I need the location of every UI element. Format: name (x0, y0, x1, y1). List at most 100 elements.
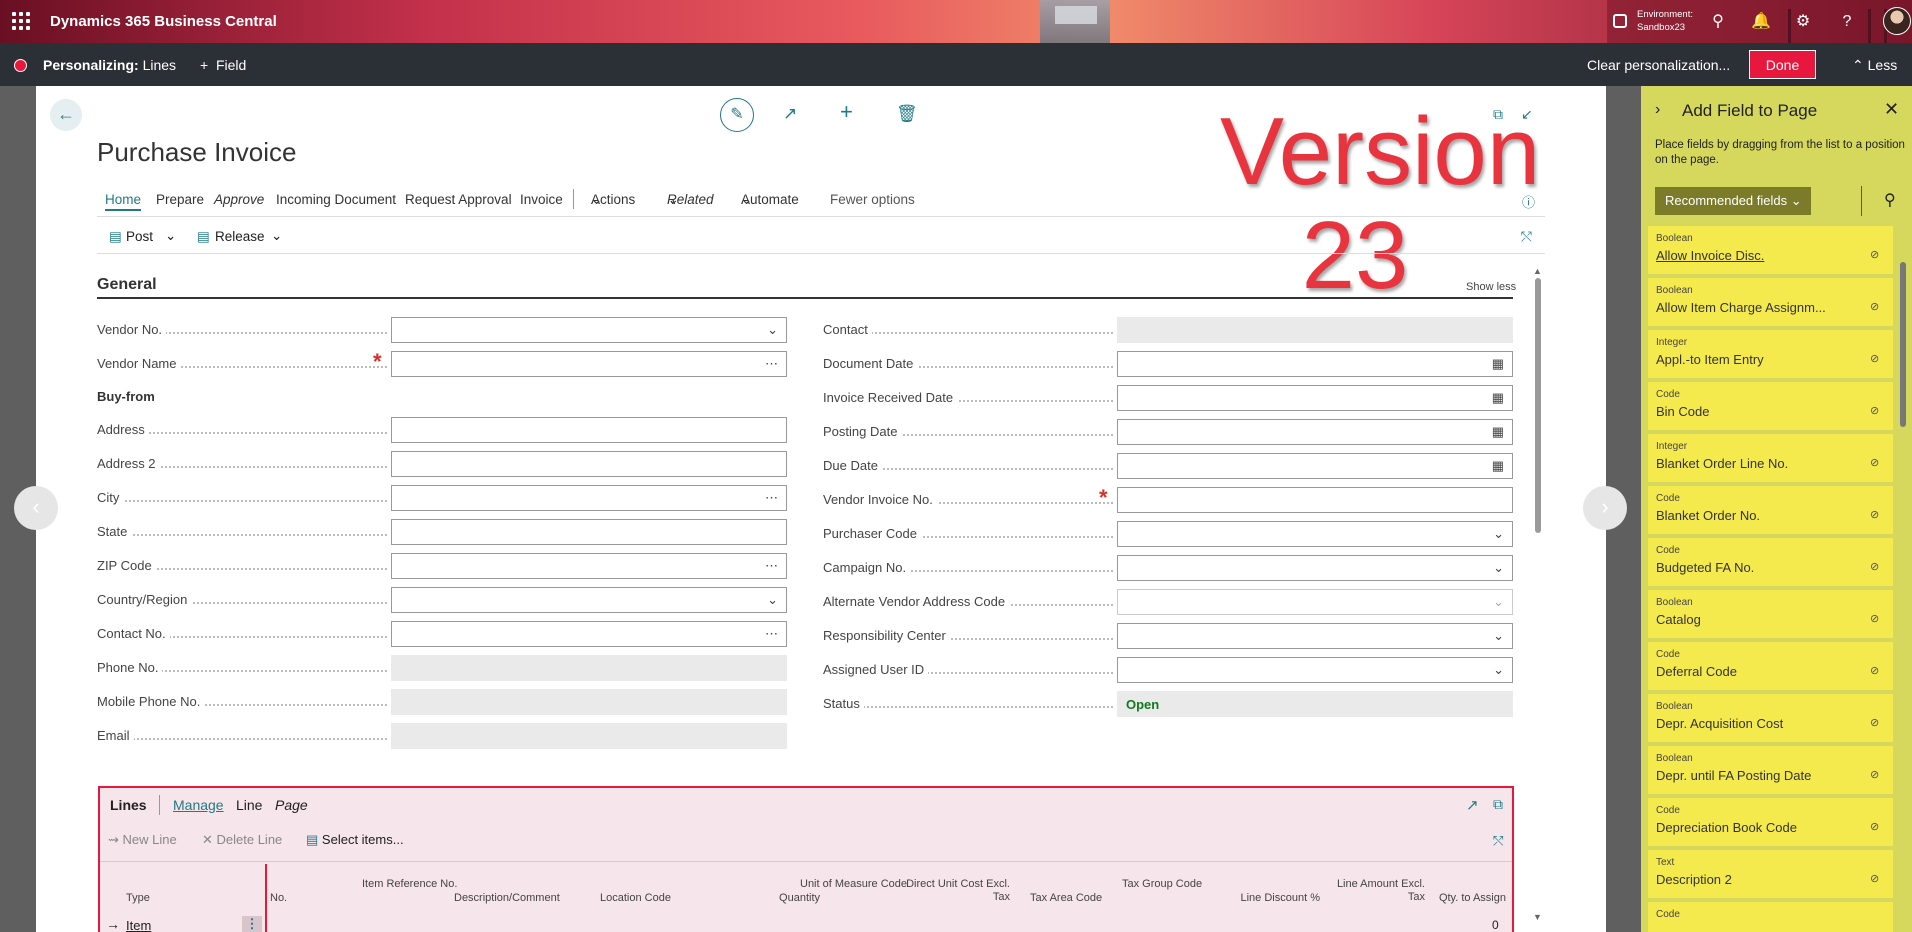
tab-home[interactable]: Home (105, 192, 142, 211)
address-input[interactable] (391, 417, 787, 443)
avatar[interactable] (1883, 7, 1911, 35)
lines-share-icon[interactable]: ↗ (1466, 796, 1479, 814)
vendor-name-input[interactable]: ⋯ (391, 351, 787, 377)
assigned-user-id-input[interactable]: ⌄ (1117, 657, 1513, 683)
tab-related[interactable]: Related ⌄ (667, 192, 714, 208)
contact-no-input[interactable]: ⋯ (391, 621, 787, 647)
page-scrollbar[interactable] (1535, 278, 1541, 533)
show-less-link[interactable]: Show less (1466, 281, 1516, 293)
lines-title[interactable]: Lines (110, 797, 147, 813)
share-icon[interactable]: ↗ (783, 104, 797, 124)
post-button[interactable]: Post (126, 229, 153, 244)
country-region-input[interactable]: ⌄ (391, 587, 787, 613)
tab-invoice[interactable]: Invoice (520, 192, 563, 207)
lines-tab-line[interactable]: Line (236, 797, 262, 813)
tab-actions[interactable]: Actions ⌄ (591, 192, 635, 208)
invoice-received-date-input[interactable]: ▦ (1117, 385, 1513, 411)
chevron-down-icon[interactable]: ⌄ (1493, 526, 1504, 542)
field-list-item[interactable]: Code Depreciation Book Code ⊘ (1648, 798, 1893, 848)
column-header[interactable]: Type (126, 892, 150, 905)
delete-icon[interactable]: 🗑 (896, 104, 918, 124)
close-icon[interactable]: ✕ (1884, 99, 1899, 120)
general-section-title[interactable]: General (97, 276, 157, 294)
previous-record-icon[interactable]: ‹ (14, 486, 58, 530)
chevron-down-icon[interactable]: ⌄ (767, 592, 778, 608)
environment-info[interactable]: Environment: Sandbox23 (1637, 8, 1693, 34)
column-header[interactable]: Quantity (760, 892, 820, 905)
city-input[interactable]: ⋯ (391, 485, 787, 511)
field-list-item[interactable]: Code Deferral Code ⊘ (1648, 642, 1893, 692)
column-header[interactable]: Line Amount Excl. Tax (1330, 878, 1425, 904)
column-header[interactable]: Tax Group Code (1122, 878, 1232, 891)
vendor-no-input[interactable]: ⌄ (391, 317, 787, 343)
calendar-icon[interactable]: ▦ (1492, 390, 1504, 406)
field-list-item[interactable]: Text Description 2 ⊘ (1648, 850, 1893, 900)
release-button[interactable]: Release (215, 229, 265, 244)
field-list-item[interactable]: Integer Appl.-to Item Entry ⊘ (1648, 330, 1893, 380)
gear-icon[interactable]: ⚙ (1792, 11, 1814, 33)
field-list-item[interactable]: Code Blanket Order No. ⊘ (1648, 486, 1893, 536)
field-list-item[interactable]: Integer Blanket Order Line No. ⊘ (1648, 434, 1893, 484)
state-input[interactable] (391, 519, 787, 545)
new-line-button[interactable]: ⇝ New Line (108, 832, 177, 848)
tab-incoming-document[interactable]: Incoming Document (276, 192, 396, 207)
posting-date-input[interactable]: ▦ (1117, 419, 1513, 445)
clear-personalization-link[interactable]: Clear personalization... (1587, 57, 1730, 73)
release-dropdown-icon[interactable]: ⌄ (271, 228, 282, 244)
column-header[interactable]: Unit of Measure Code (800, 878, 910, 891)
chevron-down-icon[interactable]: ⌄ (1493, 560, 1504, 576)
tab-fewer-options[interactable]: Fewer options (830, 192, 915, 207)
pin-icon[interactable]: ⤲ (1521, 229, 1532, 245)
zip-code-input[interactable]: ⋯ (391, 553, 787, 579)
responsibility-center-input[interactable]: ⌄ (1117, 623, 1513, 649)
field-list-item[interactable]: Code Bin Code ⊘ (1648, 382, 1893, 432)
tab-prepare[interactable]: Prepare (156, 192, 204, 207)
add-field-button[interactable]: + Field (200, 57, 246, 73)
column-header[interactable]: Direct Unit Cost Excl. Tax (900, 878, 1010, 904)
column-header[interactable]: Line Discount % (1230, 892, 1321, 905)
post-dropdown-icon[interactable]: ⌄ (165, 228, 176, 244)
tab-request-approval[interactable]: Request Approval (405, 192, 512, 207)
panel-scrollbar[interactable] (1900, 262, 1906, 427)
alternate-vendor-address-code-input[interactable]: ⌄ (1117, 589, 1513, 615)
column-header[interactable]: Tax Area Code (1030, 892, 1102, 905)
lookup-icon[interactable]: ⋯ (765, 356, 778, 372)
scroll-up-icon[interactable]: ▲ (1533, 266, 1542, 276)
column-header[interactable]: Qty. to Assign (1426, 892, 1506, 905)
new-icon[interactable]: + (840, 99, 853, 125)
chevron-down-icon[interactable]: ⌄ (767, 322, 778, 338)
lookup-icon[interactable]: ⋯ (765, 490, 778, 506)
column-header[interactable]: No. (270, 892, 287, 905)
field-list-item[interactable]: Boolean Depr. Acquisition Cost ⊘ (1648, 694, 1893, 744)
address-2-input[interactable] (391, 451, 787, 477)
done-button[interactable]: Done (1749, 50, 1816, 79)
field-list-item[interactable]: Boolean Catalog ⊘ (1648, 590, 1893, 640)
edit-icon[interactable]: ✎ (720, 98, 754, 132)
back-button[interactable]: ← (50, 99, 82, 131)
info-icon[interactable]: ⓘ (1522, 192, 1535, 211)
tab-automate[interactable]: Automate ⌄ (741, 192, 799, 208)
field-list-item[interactable]: Boolean Allow Invoice Disc. ⊘ (1648, 226, 1893, 276)
purchaser-code-input[interactable]: ⌄ (1117, 521, 1513, 547)
chevron-down-icon[interactable]: ⌄ (1493, 662, 1504, 678)
app-name[interactable]: Dynamics 365 Business Central (50, 13, 277, 30)
lines-pin-icon[interactable]: ⤲ (1493, 833, 1503, 849)
qty-to-assign-cell[interactable]: 0 (1492, 918, 1499, 932)
column-header[interactable]: Item Reference No. (362, 878, 472, 891)
recommended-fields-dropdown[interactable]: Recommended fields ⌄ (1655, 187, 1811, 215)
field-list-item[interactable]: Boolean Depr. until FA Posting Date ⊘ (1648, 746, 1893, 796)
scroll-down-icon[interactable]: ▼ (1533, 912, 1542, 922)
campaign-no-input[interactable]: ⌄ (1117, 555, 1513, 581)
chevron-down-icon[interactable]: ⌄ (1493, 628, 1504, 644)
line-type-cell[interactable]: Item (126, 918, 151, 932)
field-list-item[interactable]: Boolean Allow Item Charge Assignm... ⊘ (1648, 278, 1893, 328)
document-date-input[interactable]: ▦ (1117, 351, 1513, 377)
row-menu-icon[interactable]: ⋮ (242, 916, 262, 932)
vendor-invoice-no-input[interactable] (1117, 487, 1513, 513)
calendar-icon[interactable]: ▦ (1492, 458, 1504, 474)
lookup-icon[interactable]: ⋯ (765, 626, 778, 642)
delete-line-button[interactable]: ✕ Delete Line (202, 832, 282, 848)
chevron-right-icon[interactable]: › (1655, 101, 1660, 119)
search-icon[interactable]: ⚲ (1707, 11, 1729, 33)
calendar-icon[interactable]: ▦ (1492, 356, 1504, 372)
